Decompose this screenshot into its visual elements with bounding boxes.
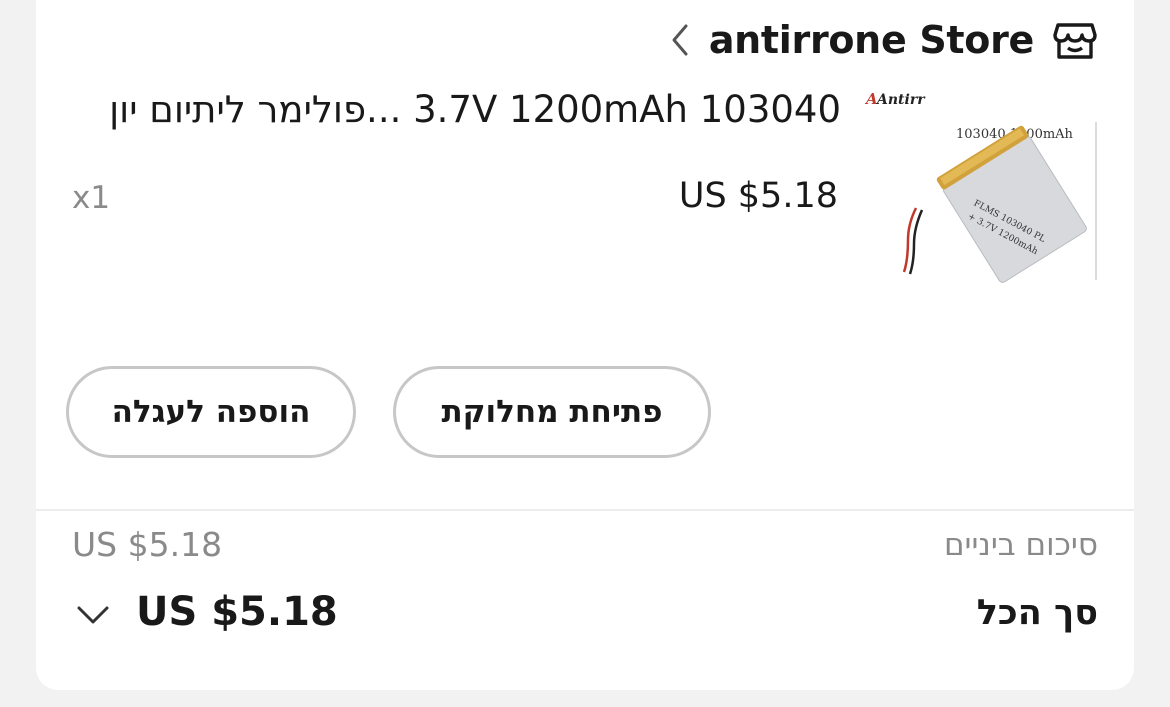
total-value[interactable]: US $5.18 [136,589,338,635]
open-dispute-button[interactable]: פתיחת מחלוקת [393,366,711,458]
add-to-cart-button[interactable]: הוספה לעגלה [66,366,356,458]
divider [36,509,1134,511]
total-label: סך הכל [976,593,1098,633]
product-title[interactable]: 3.7V 1200mAh 103040 ...פולימר ליתיום יון [91,88,841,131]
product-image[interactable]: A Antirr 103040 1200mAh FLMS 103040 PL +… [864,84,1100,316]
subtotal-label: סיכום ביניים [943,527,1098,563]
chevron-down-icon[interactable] [76,604,110,626]
svg-text:A: A [864,90,878,108]
image-brand-text: Antirr [875,92,926,108]
order-card: antirrone Store A Antirr 103040 1200mAh … [36,0,1134,690]
subtotal-value: US $5.18 [72,525,223,564]
product-quantity: x1 [72,180,111,216]
store-icon [1052,17,1098,63]
product-price: US $5.18 [678,176,838,216]
store-header[interactable]: antirrone Store [669,18,1098,62]
chevron-left-icon[interactable] [669,23,691,57]
store-name[interactable]: antirrone Store [709,18,1034,62]
